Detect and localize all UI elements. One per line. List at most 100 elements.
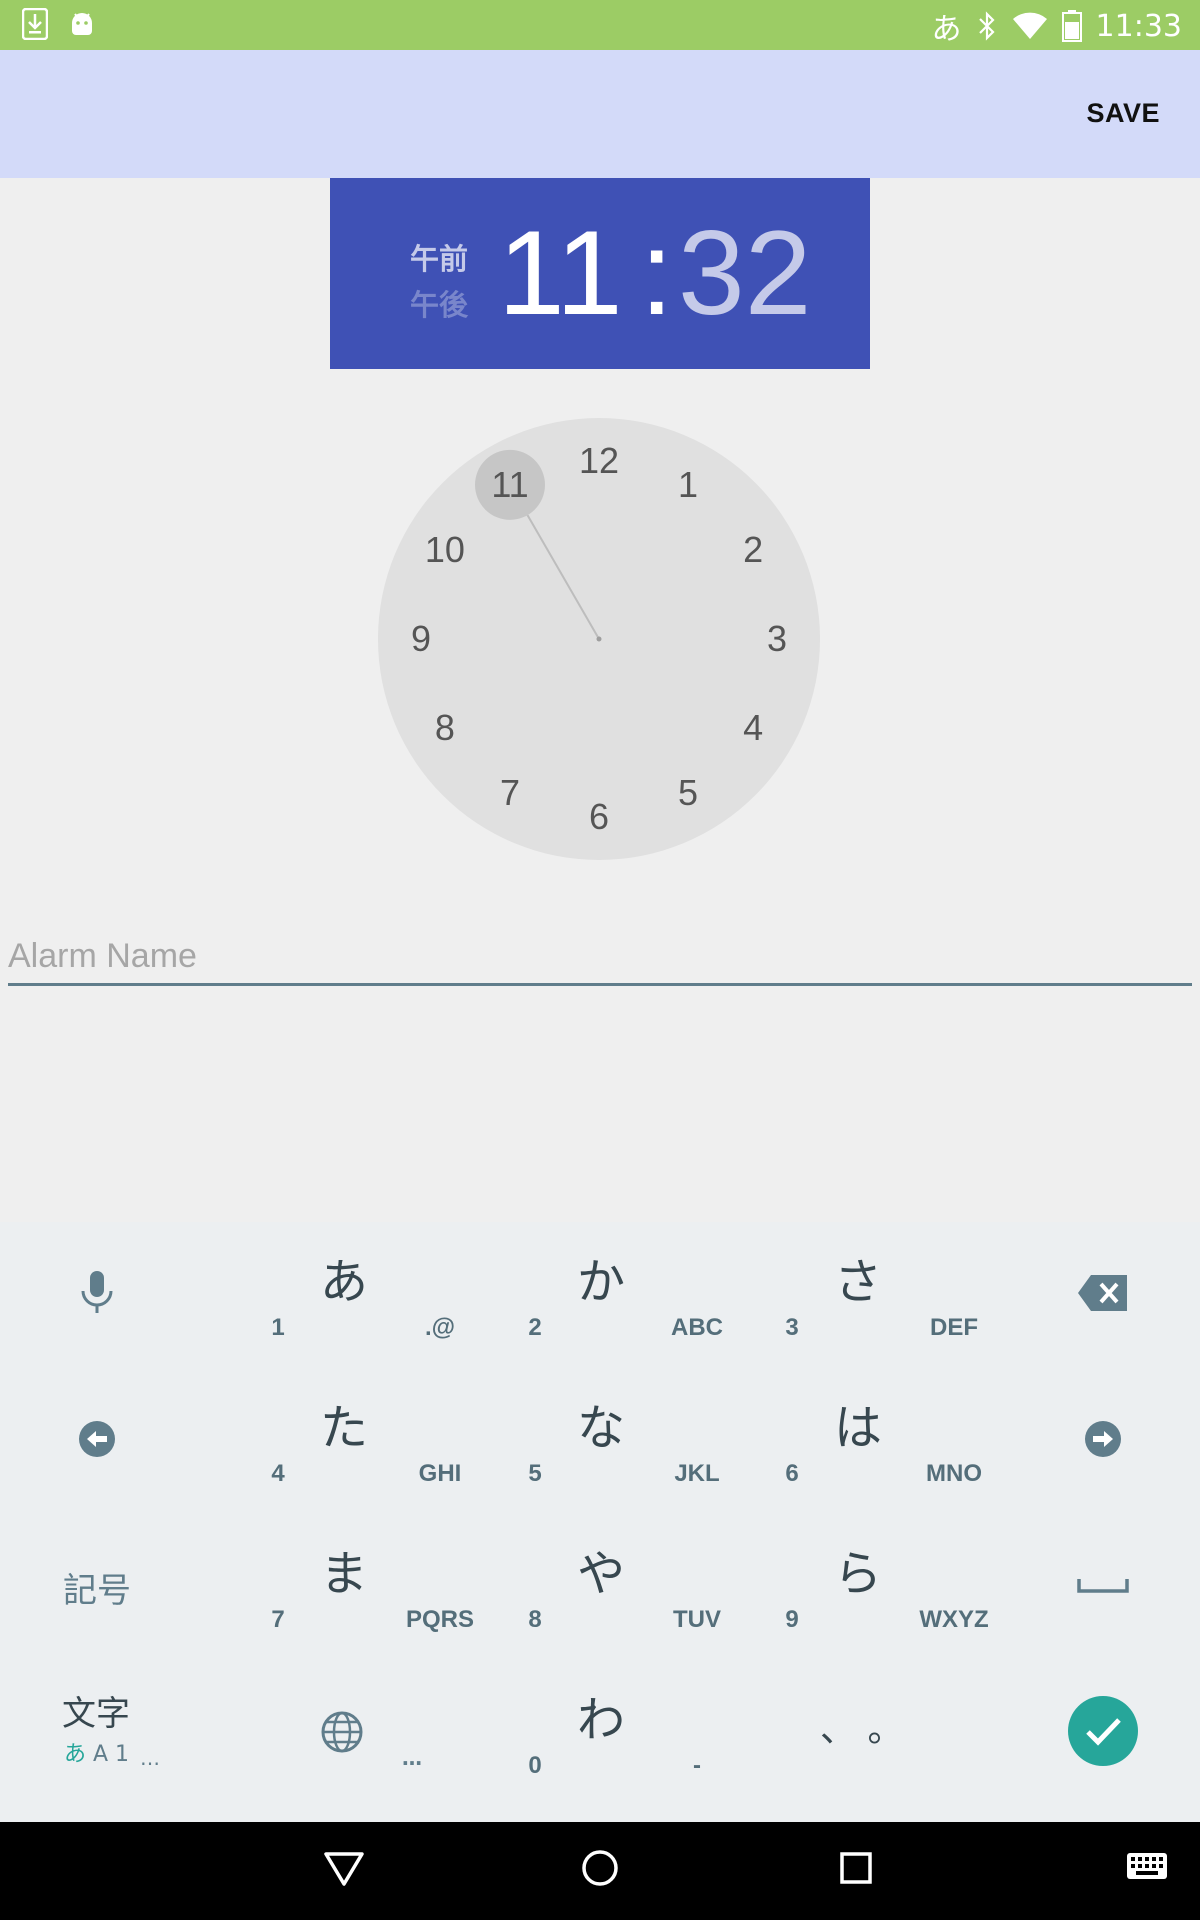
- battery-icon: [1061, 10, 1082, 42]
- cursor-right-key[interactable]: [1028, 1368, 1178, 1514]
- home-icon[interactable]: [580, 1846, 620, 1894]
- mode-alnum: A 1: [93, 1742, 130, 1767]
- kana-key-number: 1: [271, 1314, 285, 1341]
- kana-key-label: あ: [320, 1254, 369, 1310]
- arrow-right-circle-icon: [1084, 1420, 1122, 1462]
- keyboard-icon[interactable]: [1126, 1852, 1168, 1888]
- kana-key-6[interactable]: は 6 MNO: [772, 1368, 1029, 1514]
- kana-key-4[interactable]: た 4 GHI: [258, 1368, 515, 1514]
- space-key[interactable]: [1028, 1514, 1178, 1660]
- android-debug-icon: [68, 9, 96, 39]
- kana-key-label: な: [577, 1400, 626, 1456]
- globe-icon: [320, 1710, 364, 1758]
- kana-key-label: ら: [834, 1546, 883, 1602]
- am-pm-selector: 午前 午後: [410, 240, 468, 324]
- clock-number-11[interactable]: 11: [480, 463, 540, 507]
- save-button[interactable]: SAVE: [1086, 98, 1160, 129]
- kana-key-8[interactable]: や 8 TUV: [515, 1514, 772, 1660]
- input-mode-ellipsis: …: [140, 1746, 160, 1770]
- kana-key-letters: JKL: [674, 1460, 720, 1487]
- navigation-bar: [0, 1822, 1200, 1920]
- app-bar: SAVE: [0, 50, 1200, 178]
- kana-key-1[interactable]: あ 1 .@: [258, 1222, 515, 1368]
- punctuation-key[interactable]: 、 。: [780, 1660, 980, 1806]
- kana-key-number: 0: [528, 1752, 542, 1779]
- wifi-icon: [1012, 11, 1048, 41]
- language-key[interactable]: …: [300, 1660, 460, 1806]
- kana-key-label: は: [834, 1400, 883, 1456]
- recents-icon[interactable]: [838, 1846, 874, 1894]
- clock-number-12[interactable]: 12: [569, 439, 629, 483]
- keyboard: 記号 文字 あ A 1 … あ 1 .@ か 2 ABC さ 3 DEF た 4 GHI な 5 JKL は 6…: [0, 1222, 1200, 1822]
- clock-center-dot: [596, 636, 602, 642]
- clock-number-6[interactable]: 6: [569, 795, 629, 839]
- clock-number-9[interactable]: 9: [391, 617, 451, 661]
- minute-display[interactable]: 32: [678, 198, 811, 348]
- kana-key-letters: TUV: [673, 1606, 721, 1633]
- back-icon[interactable]: [322, 1846, 366, 1894]
- clock-dial[interactable]: 12 1 2 3 4 5 6 7 8 9 10 11: [378, 418, 820, 860]
- input-mode-options: あ A 1: [64, 1736, 129, 1768]
- kana-key-number: 7: [271, 1606, 285, 1633]
- input-mode-label: 文字: [62, 1694, 130, 1734]
- clock-number-7[interactable]: 7: [480, 771, 540, 815]
- status-bar-system: あ 11:33: [932, 4, 1182, 48]
- bluetooth-icon: [976, 10, 998, 42]
- language-key-ellipsis: …: [402, 1746, 422, 1770]
- symbol-key[interactable]: 記号: [22, 1514, 172, 1660]
- kana-key-letters: PQRS: [405, 1606, 474, 1633]
- kana-key-number: 6: [785, 1460, 799, 1487]
- kana-key-letters: ABC: [671, 1314, 723, 1341]
- hour-display[interactable]: 11: [498, 198, 623, 348]
- enter-key[interactable]: [1028, 1660, 1178, 1806]
- arrow-left-circle-icon: [78, 1420, 116, 1462]
- backspace-icon: [1077, 1274, 1129, 1316]
- kana-key-7[interactable]: ま 7 PQRS: [258, 1514, 515, 1660]
- clock-number-4[interactable]: 4: [723, 706, 783, 750]
- voice-input-key[interactable]: [22, 1222, 172, 1368]
- clock-number-1[interactable]: 1: [658, 463, 718, 507]
- input-mode-key[interactable]: 文字 あ A 1 …: [0, 1660, 160, 1806]
- kana-key-letters: .@: [424, 1314, 456, 1341]
- kana-key-label: わ: [577, 1692, 626, 1748]
- kana-key-9[interactable]: ら 9 WXYZ: [772, 1514, 1029, 1660]
- kana-key-5[interactable]: な 5 JKL: [515, 1368, 772, 1514]
- status-time: 11:33: [1095, 8, 1182, 44]
- kana-key-number: 5: [528, 1460, 542, 1487]
- ime-indicator: あ: [931, 12, 962, 47]
- kana-key-number: 2: [528, 1314, 542, 1341]
- kana-key-label: ま: [320, 1546, 369, 1602]
- clock-number-5[interactable]: 5: [658, 771, 718, 815]
- microphone-icon: [79, 1269, 115, 1321]
- clock-number-3[interactable]: 3: [747, 617, 807, 661]
- kana-key-label: た: [320, 1400, 369, 1456]
- download-icon: [22, 8, 48, 40]
- punctuation-label: 、 。: [820, 1709, 904, 1750]
- clock-number-2[interactable]: 2: [723, 528, 783, 572]
- backspace-key[interactable]: [1028, 1222, 1178, 1368]
- time-separator: :: [640, 206, 674, 340]
- alarm-name-input[interactable]: [8, 930, 1192, 986]
- kana-key-label: さ: [834, 1254, 883, 1310]
- kana-key-label: か: [577, 1254, 626, 1310]
- kana-key-2[interactable]: か 2 ABC: [515, 1222, 772, 1368]
- cursor-left-key[interactable]: [22, 1368, 172, 1514]
- kana-key-letters: GHI: [418, 1460, 462, 1487]
- time-header: 午前 午後 11 : 32: [330, 178, 870, 369]
- kana-key-letters: -: [693, 1752, 701, 1779]
- space-icon: [1077, 1575, 1129, 1599]
- kana-key-number: 9: [785, 1606, 799, 1633]
- clock-number-8[interactable]: 8: [415, 706, 475, 750]
- kana-key-label: や: [577, 1546, 626, 1602]
- status-bar: あ 11:33: [0, 0, 1200, 50]
- kana-key-number: 8: [528, 1606, 542, 1633]
- clock-number-10[interactable]: 10: [415, 528, 475, 572]
- kana-key-0[interactable]: わ 0 -: [515, 1660, 772, 1806]
- kana-key-3[interactable]: さ 3 DEF: [772, 1222, 1029, 1368]
- checkmark-icon: [1067, 1695, 1139, 1771]
- symbol-key-label: 記号: [63, 1570, 131, 1611]
- pm-label[interactable]: 午後: [410, 286, 468, 324]
- am-label[interactable]: 午前: [410, 240, 468, 278]
- mode-hiragana: あ: [64, 1742, 87, 1767]
- kana-key-number: 3: [785, 1314, 799, 1341]
